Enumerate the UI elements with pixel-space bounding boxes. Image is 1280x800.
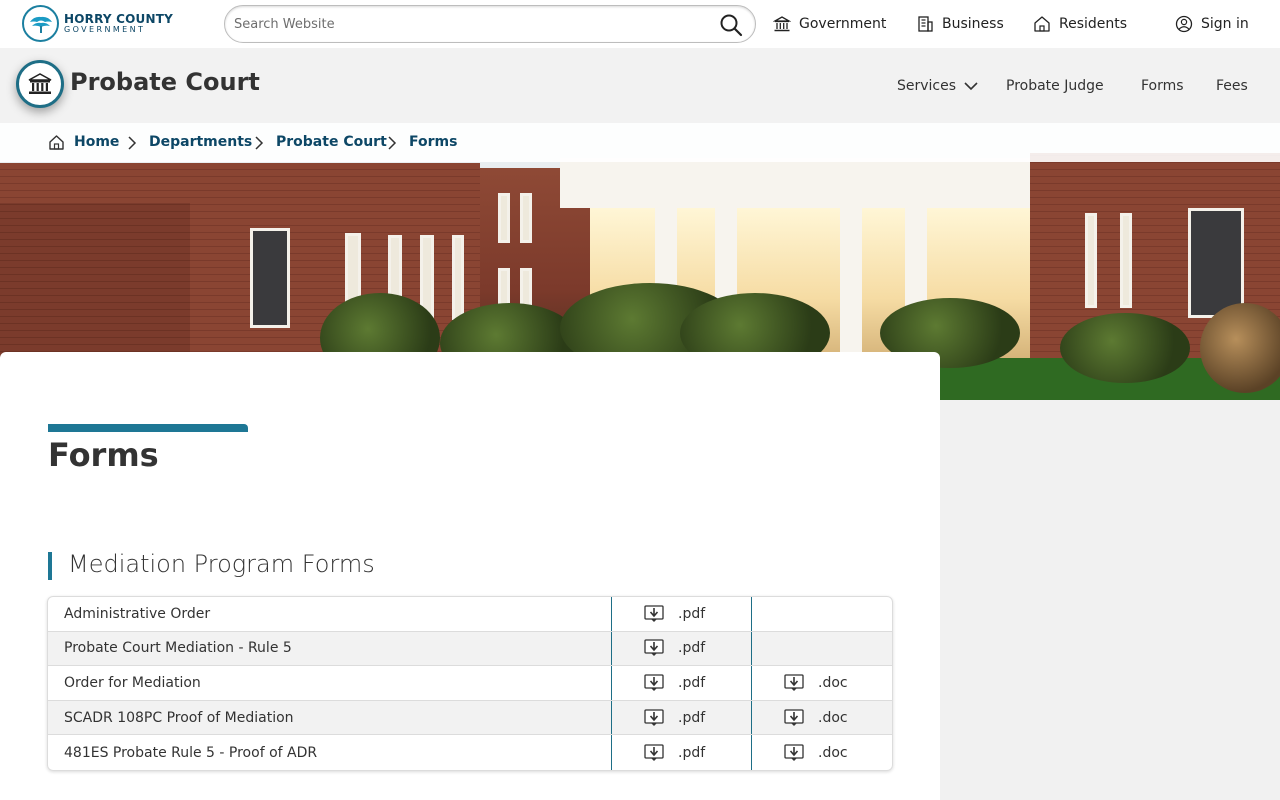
chevron-right-icon <box>254 136 264 154</box>
form-name: Administrative Order <box>48 597 612 631</box>
download-icon <box>644 605 664 623</box>
top-bar: HORRY COUNTY GOVERNMENT Government Busin… <box>0 0 1280 48</box>
nav-government-label: Government <box>799 16 887 32</box>
nav-government[interactable]: Government <box>773 0 886 48</box>
courthouse-icon[interactable] <box>16 60 64 108</box>
breadcrumb-probate-court[interactable]: Probate Court <box>276 134 387 150</box>
pdf-label: .pdf <box>678 605 706 622</box>
search-input[interactable] <box>234 16 704 32</box>
capitol-icon <box>773 15 799 33</box>
nav-residents[interactable]: Residents <box>1033 0 1127 48</box>
subnav-probate-judge[interactable]: Probate Judge <box>1006 48 1104 123</box>
pdf-download-link[interactable]: .pdf <box>612 700 752 735</box>
doc-label: .doc <box>818 709 848 726</box>
download-icon <box>644 674 664 692</box>
department-header: Probate Court Services Probate Judge For… <box>0 48 1280 123</box>
house-icon <box>1033 15 1059 33</box>
download-icon <box>784 708 804 727</box>
table-row: Administrative Order .pdf <box>48 597 892 632</box>
chevron-right-icon <box>127 136 137 154</box>
table-row: 481ES Probate Rule 5 - Proof of ADR .pdf… <box>48 735 892 770</box>
forms-table: Administrative Order .pdf Probate Court … <box>47 596 893 771</box>
form-name: Probate Court Mediation - Rule 5 <box>48 631 612 666</box>
pdf-download-link[interactable]: .pdf <box>612 735 752 770</box>
breadcrumb-forms: Forms <box>409 134 458 150</box>
doc-label: .doc <box>818 744 848 761</box>
county-logo[interactable]: HORRY COUNTY GOVERNMENT <box>22 5 173 42</box>
subnav-services[interactable]: Services <box>897 48 978 123</box>
search-box <box>224 5 756 43</box>
pdf-download-link[interactable]: .pdf <box>612 631 752 666</box>
table-row: Order for Mediation .pdf .doc <box>48 666 892 701</box>
table-row: Probate Court Mediation - Rule 5 .pdf <box>48 631 892 667</box>
doc-cell-empty <box>752 597 892 631</box>
user-circle-icon <box>1175 15 1201 33</box>
form-name: Order for Mediation <box>48 666 612 700</box>
page-title: Forms <box>48 436 159 474</box>
chevron-right-icon <box>387 136 397 154</box>
search-icon[interactable] <box>719 13 743 37</box>
section-title: Mediation Program Forms <box>68 550 375 578</box>
download-icon <box>644 639 664 657</box>
nav-business-label: Business <box>942 16 1004 32</box>
logo-line1: HORRY COUNTY <box>64 12 174 26</box>
form-name: SCADR 108PC Proof of Mediation <box>48 700 612 735</box>
subnav-forms[interactable]: Forms <box>1141 48 1184 123</box>
sign-in-link[interactable]: Sign in <box>1175 0 1249 48</box>
doc-download-link[interactable]: .doc <box>752 735 892 770</box>
section-accent-bar <box>48 552 52 580</box>
breadcrumb-home[interactable]: Home <box>74 134 119 150</box>
pdf-download-link[interactable]: .pdf <box>612 666 752 700</box>
download-icon <box>644 744 664 762</box>
table-row: SCADR 108PC Proof of Mediation .pdf .doc <box>48 700 892 736</box>
form-name: 481ES Probate Rule 5 - Proof of ADR <box>48 735 612 770</box>
pdf-download-link[interactable]: .pdf <box>612 597 752 631</box>
logo-line2: GOVERNMENT <box>64 25 146 34</box>
sign-in-label: Sign in <box>1201 16 1249 32</box>
tree-logo-icon <box>22 5 59 42</box>
home-icon[interactable] <box>48 134 65 151</box>
nav-residents-label: Residents <box>1059 16 1128 32</box>
department-title[interactable]: Probate Court <box>70 68 260 96</box>
download-icon <box>644 708 664 727</box>
breadcrumb: Home Departments Probate Court Forms <box>0 123 1280 162</box>
pdf-label: .pdf <box>678 640 706 657</box>
doc-label: .doc <box>818 674 848 691</box>
doc-cell-empty <box>752 632 892 666</box>
doc-download-link[interactable]: .doc <box>752 701 892 735</box>
building-icon <box>916 15 942 33</box>
nav-business[interactable]: Business <box>916 0 1004 48</box>
chevron-down-icon <box>964 81 978 91</box>
pdf-label: .pdf <box>678 674 706 691</box>
pdf-label: .pdf <box>678 744 706 761</box>
content-card: Forms Mediation Program Forms Administra… <box>0 352 940 800</box>
download-icon <box>784 674 804 692</box>
subnav-fees[interactable]: Fees <box>1216 48 1248 123</box>
subnav-services-label: Services <box>897 77 957 94</box>
title-accent-bar <box>48 424 248 432</box>
pdf-label: .pdf <box>678 709 706 726</box>
breadcrumb-departments[interactable]: Departments <box>149 134 252 150</box>
doc-download-link[interactable]: .doc <box>752 666 892 700</box>
download-icon <box>784 744 804 762</box>
